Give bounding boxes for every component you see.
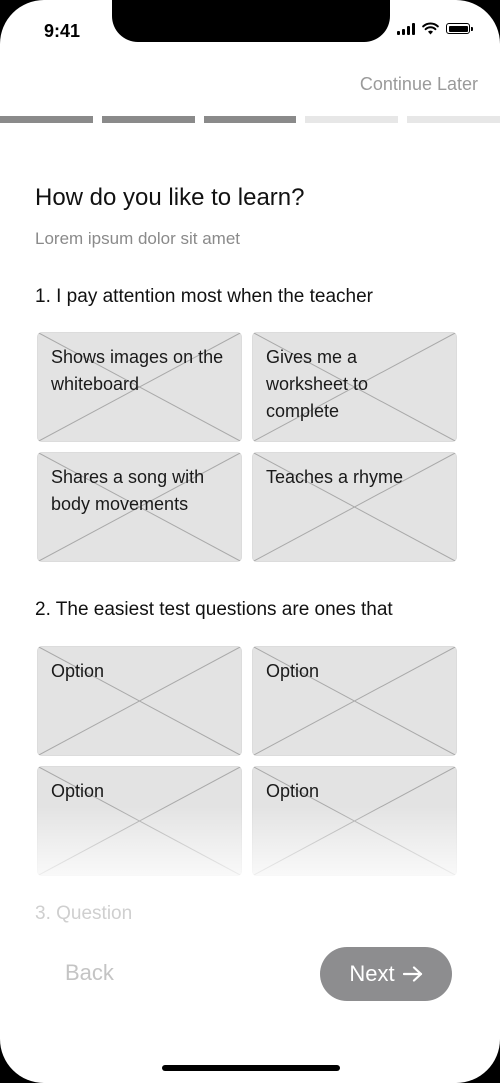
next-button[interactable]: Next [320,947,452,1001]
continue-later-button[interactable]: Continue Later [360,74,478,95]
option-label: Option [266,661,320,681]
battery-icon [446,23,473,34]
option-card[interactable]: Shares a song with body movements [37,452,242,562]
option-label: Option [51,781,105,801]
wifi-icon [422,22,439,35]
option-label: Option [266,781,320,801]
option-card[interactable]: Option [252,766,457,876]
back-button[interactable]: Back [65,960,114,986]
progress-step [0,116,93,123]
progress-bar [0,116,500,123]
option-label: Gives me a worksheet to complete [266,347,369,421]
status-time: 9:41 [44,21,81,41]
option-label: Option [51,661,105,681]
phone-screen: 9:41 Continue Later How do you like to l… [0,0,500,1083]
option-label: Teaches a rhyme [266,467,404,487]
status-icons [397,22,473,35]
question-2-options: Option Option Option Option [37,646,457,876]
device-notch [112,0,390,42]
progress-step [203,116,297,123]
option-card[interactable]: Option [252,646,457,756]
progress-step [101,116,195,123]
option-label: Shows images on the whiteboard [51,347,224,394]
question-2-text: 2. The easiest test questions are ones t… [35,599,393,620]
option-card[interactable]: Gives me a worksheet to complete [252,332,457,442]
question-1-text: 1. I pay attention most when the teacher [35,286,373,307]
question-1-options: Shows images on the whiteboard Gives me … [37,332,457,562]
option-card[interactable]: Shows images on the whiteboard [37,332,242,442]
option-card[interactable]: Option [37,766,242,876]
option-card[interactable]: Teaches a rhyme [252,452,457,562]
option-card[interactable]: Option [37,646,242,756]
progress-step [305,116,399,123]
question-3-text: 3. Question [35,903,133,924]
page-subtitle: Lorem ipsum dolor sit amet [35,229,241,248]
page-title: How do you like to learn? [35,184,305,211]
progress-step [407,116,500,123]
next-button-label: Next [349,961,395,986]
cellular-signal-icon [397,22,415,35]
home-indicator [162,1065,340,1071]
arrow-right-icon [402,966,422,982]
option-label: Shares a song with body movements [51,467,205,514]
